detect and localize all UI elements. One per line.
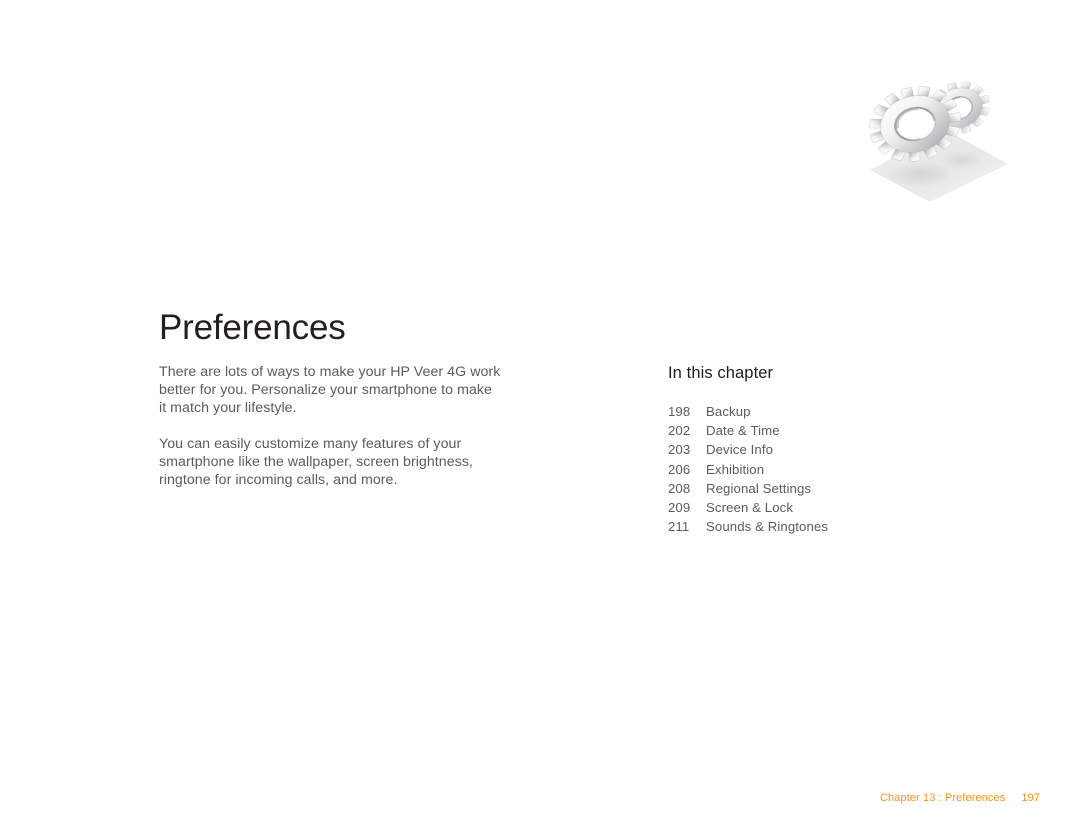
toc-entry-label: Sounds & Ringtones [706, 519, 829, 535]
toc-page-number: 202 [668, 423, 691, 439]
footer-chapter-label: Chapter 13 : Preferences [880, 792, 1006, 804]
intro-paragraph-2: You can easily customize many features o… [159, 435, 473, 488]
toc-page-number: 208 [668, 480, 691, 496]
list-item[interactable]: 211 Sounds & Ringtones [668, 517, 968, 536]
list-item[interactable]: 198 Backup [668, 402, 968, 421]
chapter-toc-list: 198 Backup 202 Date & Time 203 Device In… [668, 402, 968, 536]
list-item[interactable]: 206 Exhibition [668, 460, 968, 479]
gear-shadow-large [887, 161, 953, 187]
toc-entry-label: Device Info [706, 442, 774, 458]
footer-page-number: 197 [1021, 792, 1040, 804]
list-item[interactable]: 202 Date & Time [668, 421, 968, 440]
list-item[interactable]: 203 Device Info [668, 440, 968, 459]
intro-paragraph-1: There are lots of ways to make your HP V… [159, 364, 501, 416]
page-title: Preferences [159, 308, 346, 348]
gears-illustration [858, 52, 1018, 202]
in-this-chapter-section: In this chapter 198 Backup 202 Date & Ti… [668, 363, 968, 536]
list-item[interactable]: 208 Regional Settings [668, 479, 968, 498]
toc-page-number: 203 [668, 442, 691, 458]
toc-page-number: 198 [668, 404, 691, 419]
in-this-chapter-heading: In this chapter [668, 364, 774, 382]
toc-page-number: 211 [668, 519, 690, 535]
page-footer: Chapter 13 : Preferences 197 [880, 792, 1050, 804]
toc-entry-label: Date & Time [706, 423, 780, 439]
toc-entry-label: Exhibition [706, 461, 765, 477]
toc-page-number: 209 [668, 500, 691, 516]
toc-entry-label: Backup [706, 404, 751, 419]
toc-entry-label: Screen & Lock [706, 500, 794, 516]
gear-shadow-small [940, 151, 984, 169]
list-item[interactable]: 209 Screen & Lock [668, 498, 968, 517]
toc-entry-label: Regional Settings [706, 480, 812, 496]
document-page: Preferences There are lots of ways to ma… [0, 0, 1080, 834]
intro-text-block: There are lots of ways to make your HP V… [159, 364, 501, 489]
toc-page-number: 206 [668, 461, 691, 477]
